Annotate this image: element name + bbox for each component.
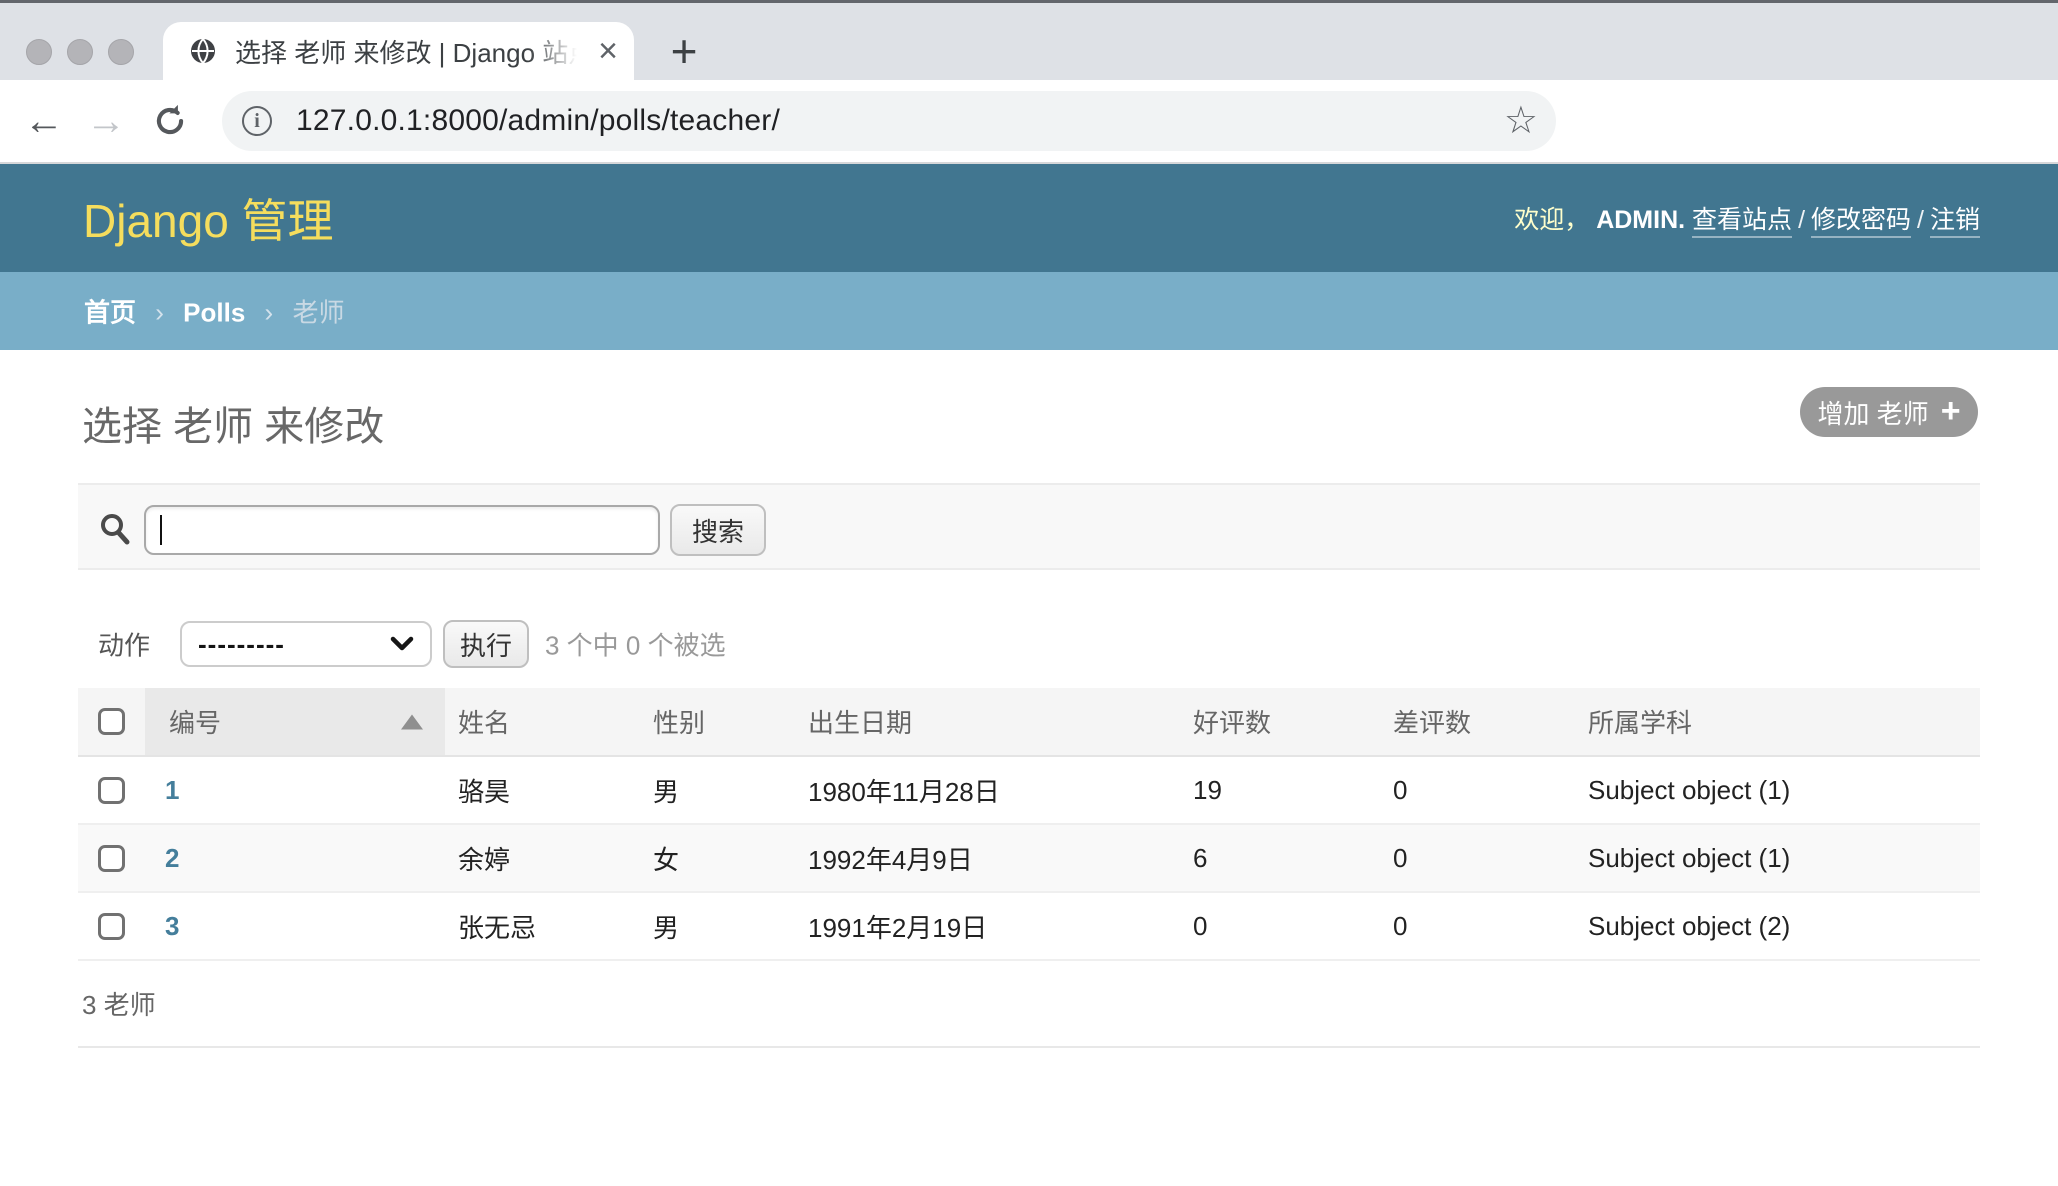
select-all-checkbox[interactable] <box>98 708 125 735</box>
site-branding[interactable]: Django 管理 <box>83 185 334 251</box>
breadcrumb-app-link[interactable]: Polls <box>183 298 245 328</box>
row-id-link[interactable]: 1 <box>165 775 179 805</box>
plus-icon: + <box>1941 394 1961 428</box>
column-header-id[interactable]: 编号 <box>145 688 445 755</box>
row-gender-cell: 女 <box>640 840 795 877</box>
search-input[interactable] <box>144 505 660 555</box>
breadcrumb: 首页 › Polls › 老师 <box>0 272 2058 350</box>
user-tools: 欢迎， ADMIN. 查看站点/修改密码/注销 <box>1514 200 1980 236</box>
table-row: 2 余婷 女 1992年4月9日 6 0 Subject object (1) <box>78 825 1980 893</box>
row-birthdate-cell: 1991年2月19日 <box>795 908 1180 945</box>
result-table: 编号 姓名 性别 出生日期 好评数 差评数 所属学科 1 骆昊 男 1980年1… <box>78 688 1980 961</box>
row-birthdate-cell: 1992年4月9日 <box>795 840 1180 877</box>
logout-link[interactable]: 注销 <box>1930 206 1980 238</box>
django-header: Django 管理 欢迎， ADMIN. 查看站点/修改密码/注销 <box>0 164 2058 272</box>
row-id-link[interactable]: 2 <box>165 843 179 873</box>
chevron-down-icon <box>390 636 414 652</box>
row-good-count-cell: 0 <box>1180 911 1380 942</box>
reload-icon[interactable] <box>148 80 192 162</box>
row-checkbox[interactable] <box>98 845 125 872</box>
column-header-birthdate[interactable]: 出生日期 <box>795 688 1180 755</box>
new-tab-button[interactable]: + <box>662 29 706 73</box>
bookmark-star-icon[interactable]: ☆ <box>1504 102 1538 140</box>
column-header-bad-count[interactable]: 差评数 <box>1380 688 1575 755</box>
search-icon <box>98 512 132 546</box>
select-all-checkbox-cell <box>78 688 145 755</box>
column-header-gender[interactable]: 性别 <box>640 688 795 755</box>
column-header-good-count[interactable]: 好评数 <box>1180 688 1380 755</box>
row-checkbox-cell <box>78 913 145 940</box>
actions-bar: 动作 --------- 执行 3 个中 0 个被选 <box>78 618 1980 670</box>
browser-tab[interactable]: 选择 老师 来修改 | Django 站点管理 × <box>163 22 634 80</box>
selection-status: 3 个中 0 个被选 <box>545 626 726 663</box>
url-bar[interactable]: i 127.0.0.1:8000/admin/polls/teacher/ ☆ <box>222 91 1556 151</box>
table-row: 3 张无忌 男 1991年2月19日 0 0 Subject object (2… <box>78 893 1980 961</box>
row-id-link[interactable]: 3 <box>165 911 179 941</box>
breadcrumb-home-link[interactable]: 首页 <box>84 298 136 328</box>
row-bad-count-cell: 0 <box>1380 843 1575 874</box>
username-text: ADMIN. <box>1596 206 1685 234</box>
row-gender-cell: 男 <box>640 908 795 945</box>
row-name-cell: 骆昊 <box>445 772 640 809</box>
actions-label: 动作 <box>98 626 150 663</box>
minimize-window-button[interactable] <box>67 39 93 65</box>
row-bad-count-cell: 0 <box>1380 775 1575 806</box>
add-teacher-button[interactable]: 增加 老师 + <box>1800 387 1978 437</box>
pagination-divider <box>78 1046 1980 1048</box>
view-site-link[interactable]: 查看站点 <box>1692 206 1792 238</box>
search-toolbar: 搜索 <box>78 483 1980 570</box>
back-icon[interactable]: ← <box>22 80 66 162</box>
page-info-icon[interactable]: i <box>242 106 272 136</box>
url-text[interactable]: 127.0.0.1:8000/admin/polls/teacher/ <box>296 104 780 138</box>
changelist-page: 选择 老师 来修改 增加 老师 + 搜索 动作 --------- 执行 3 个 <box>0 350 2058 1186</box>
action-select[interactable]: --------- <box>180 621 432 667</box>
tab-strip: 选择 老师 来修改 | Django 站点管理 × + <box>0 3 2058 80</box>
table-body: 1 骆昊 男 1980年11月28日 19 0 Subject object (… <box>78 757 1980 961</box>
close-window-button[interactable] <box>26 39 52 65</box>
row-subject-cell: Subject object (1) <box>1575 843 1980 874</box>
row-id-cell: 1 <box>145 775 445 806</box>
page-title: 选择 老师 来修改 <box>82 394 384 452</box>
execute-action-button[interactable]: 执行 <box>443 620 529 668</box>
browser-window: 选择 老师 来修改 | Django 站点管理 × + ← → i 127.0.… <box>0 0 2058 1186</box>
row-bad-count-cell: 0 <box>1380 911 1575 942</box>
zoom-window-button[interactable] <box>108 39 134 65</box>
column-header-name[interactable]: 姓名 <box>445 688 640 755</box>
row-name-cell: 张无忌 <box>445 908 640 945</box>
row-subject-cell: Subject object (2) <box>1575 911 1980 942</box>
sort-ascending-icon[interactable] <box>401 714 423 729</box>
text-caret <box>160 515 162 545</box>
table-header-row: 编号 姓名 性别 出生日期 好评数 差评数 所属学科 <box>78 688 1980 757</box>
table-row: 1 骆昊 男 1980年11月28日 19 0 Subject object (… <box>78 757 1980 825</box>
row-checkbox[interactable] <box>98 913 125 940</box>
row-id-cell: 2 <box>145 843 445 874</box>
result-count: 3 老师 <box>82 985 156 1022</box>
tab-close-icon[interactable]: × <box>598 34 618 68</box>
change-password-link[interactable]: 修改密码 <box>1811 206 1911 238</box>
row-checkbox-cell <box>78 845 145 872</box>
row-subject-cell: Subject object (1) <box>1575 775 1980 806</box>
row-good-count-cell: 6 <box>1180 843 1380 874</box>
row-gender-cell: 男 <box>640 772 795 809</box>
row-id-cell: 3 <box>145 911 445 942</box>
welcome-text: 欢迎， <box>1514 206 1589 234</box>
row-birthdate-cell: 1980年11月28日 <box>795 772 1180 809</box>
row-good-count-cell: 19 <box>1180 775 1380 806</box>
row-checkbox[interactable] <box>98 777 125 804</box>
traffic-lights <box>26 39 134 65</box>
column-header-subject[interactable]: 所属学科 <box>1575 688 1980 755</box>
tab-title: 选择 老师 来修改 | Django 站点管理 <box>235 33 577 70</box>
browser-toolbar: ← → i 127.0.0.1:8000/admin/polls/teacher… <box>0 80 2058 162</box>
search-submit-button[interactable]: 搜索 <box>670 504 766 556</box>
globe-favicon-icon <box>189 37 217 65</box>
row-name-cell: 余婷 <box>445 840 640 877</box>
forward-icon[interactable]: → <box>84 80 128 162</box>
breadcrumb-current: 老师 <box>292 298 344 328</box>
row-checkbox-cell <box>78 777 145 804</box>
